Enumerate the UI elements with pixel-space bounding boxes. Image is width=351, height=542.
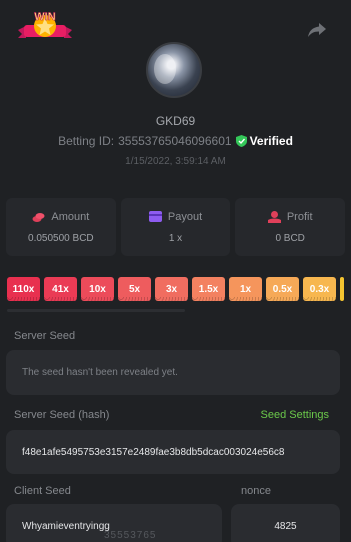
username: GKD69	[155, 114, 196, 128]
avatar	[146, 42, 202, 98]
multiplier-chip: 5x	[118, 277, 151, 301]
multiplier-chip: 110x	[7, 277, 40, 301]
verified-badge: Verified	[235, 134, 293, 148]
share-icon[interactable]	[307, 22, 327, 38]
server-seed-field: The seed hasn't been revealed yet.	[6, 350, 340, 395]
stat-profit-value: 0 BCD	[275, 232, 305, 244]
multiplier-row: 110x 41x 10x 5x 3x 1.5x 1x 0.5x 0.3x	[7, 277, 344, 301]
stat-profit-label: Profit	[286, 210, 313, 223]
multiplier-chip: 0.5x	[266, 277, 299, 301]
multiplier-scrollbar[interactable]	[7, 309, 185, 312]
server-seed-label: Server Seed	[14, 330, 76, 342]
bet-stats: Amount 0.050500 BCD Payout 1 x Profit 0 …	[6, 198, 346, 256]
stat-profit: Profit 0 BCD	[235, 198, 346, 256]
multiplier-chip: 1x	[229, 277, 262, 301]
overlapping-text-fragment: 35553765	[104, 530, 157, 541]
stat-amount: Amount 0.050500 BCD	[6, 198, 116, 256]
bet-timestamp: 1/15/2022, 3:59:14 AM	[125, 156, 226, 167]
verified-label: Verified	[249, 134, 293, 148]
multiplier-chip: 1.5x	[192, 277, 225, 301]
multiplier-chip: 0.3x	[303, 277, 336, 301]
stat-payout: Payout 1 x	[120, 198, 231, 256]
stat-payout-value: 1 x	[168, 232, 183, 244]
stat-amount-value: 0.050500 BCD	[28, 232, 94, 244]
server-seed-hash-field[interactable]: f48e1afe5495753e3157e2489fae3b8db5dcac00…	[6, 430, 340, 474]
multiplier-chip: 10x	[81, 277, 114, 301]
betting-id-value: 35553765046096601	[118, 134, 232, 148]
stat-amount-label: Amount	[51, 210, 90, 223]
seed-settings-link[interactable]: Seed Settings	[261, 409, 330, 421]
multiplier-chip: 41x	[44, 277, 77, 301]
nonce-label: nonce	[241, 485, 271, 497]
shield-check-icon	[235, 135, 247, 147]
svg-text:WIN: WIN	[34, 11, 55, 23]
profit-icon	[267, 210, 281, 223]
betting-id-label: Betting ID:	[58, 134, 115, 148]
betting-id-line: Betting ID: 35553765046096601 Verified	[0, 134, 351, 148]
nonce-field[interactable]: 4825	[231, 504, 340, 542]
coins-icon	[32, 212, 45, 222]
multiplier-chip-partial	[340, 277, 344, 301]
stat-payout-label: Payout	[167, 210, 203, 223]
win-badge-icon: WIN	[16, 8, 74, 48]
wallet-icon	[148, 211, 162, 222]
multiplier-chip: 3x	[155, 277, 188, 301]
server-seed-hash-label: Server Seed (hash)	[14, 409, 110, 421]
bet-header: WIN GKD69 Betting ID: 35553765046096601 …	[0, 0, 351, 190]
client-seed-label: Client Seed	[14, 485, 71, 497]
